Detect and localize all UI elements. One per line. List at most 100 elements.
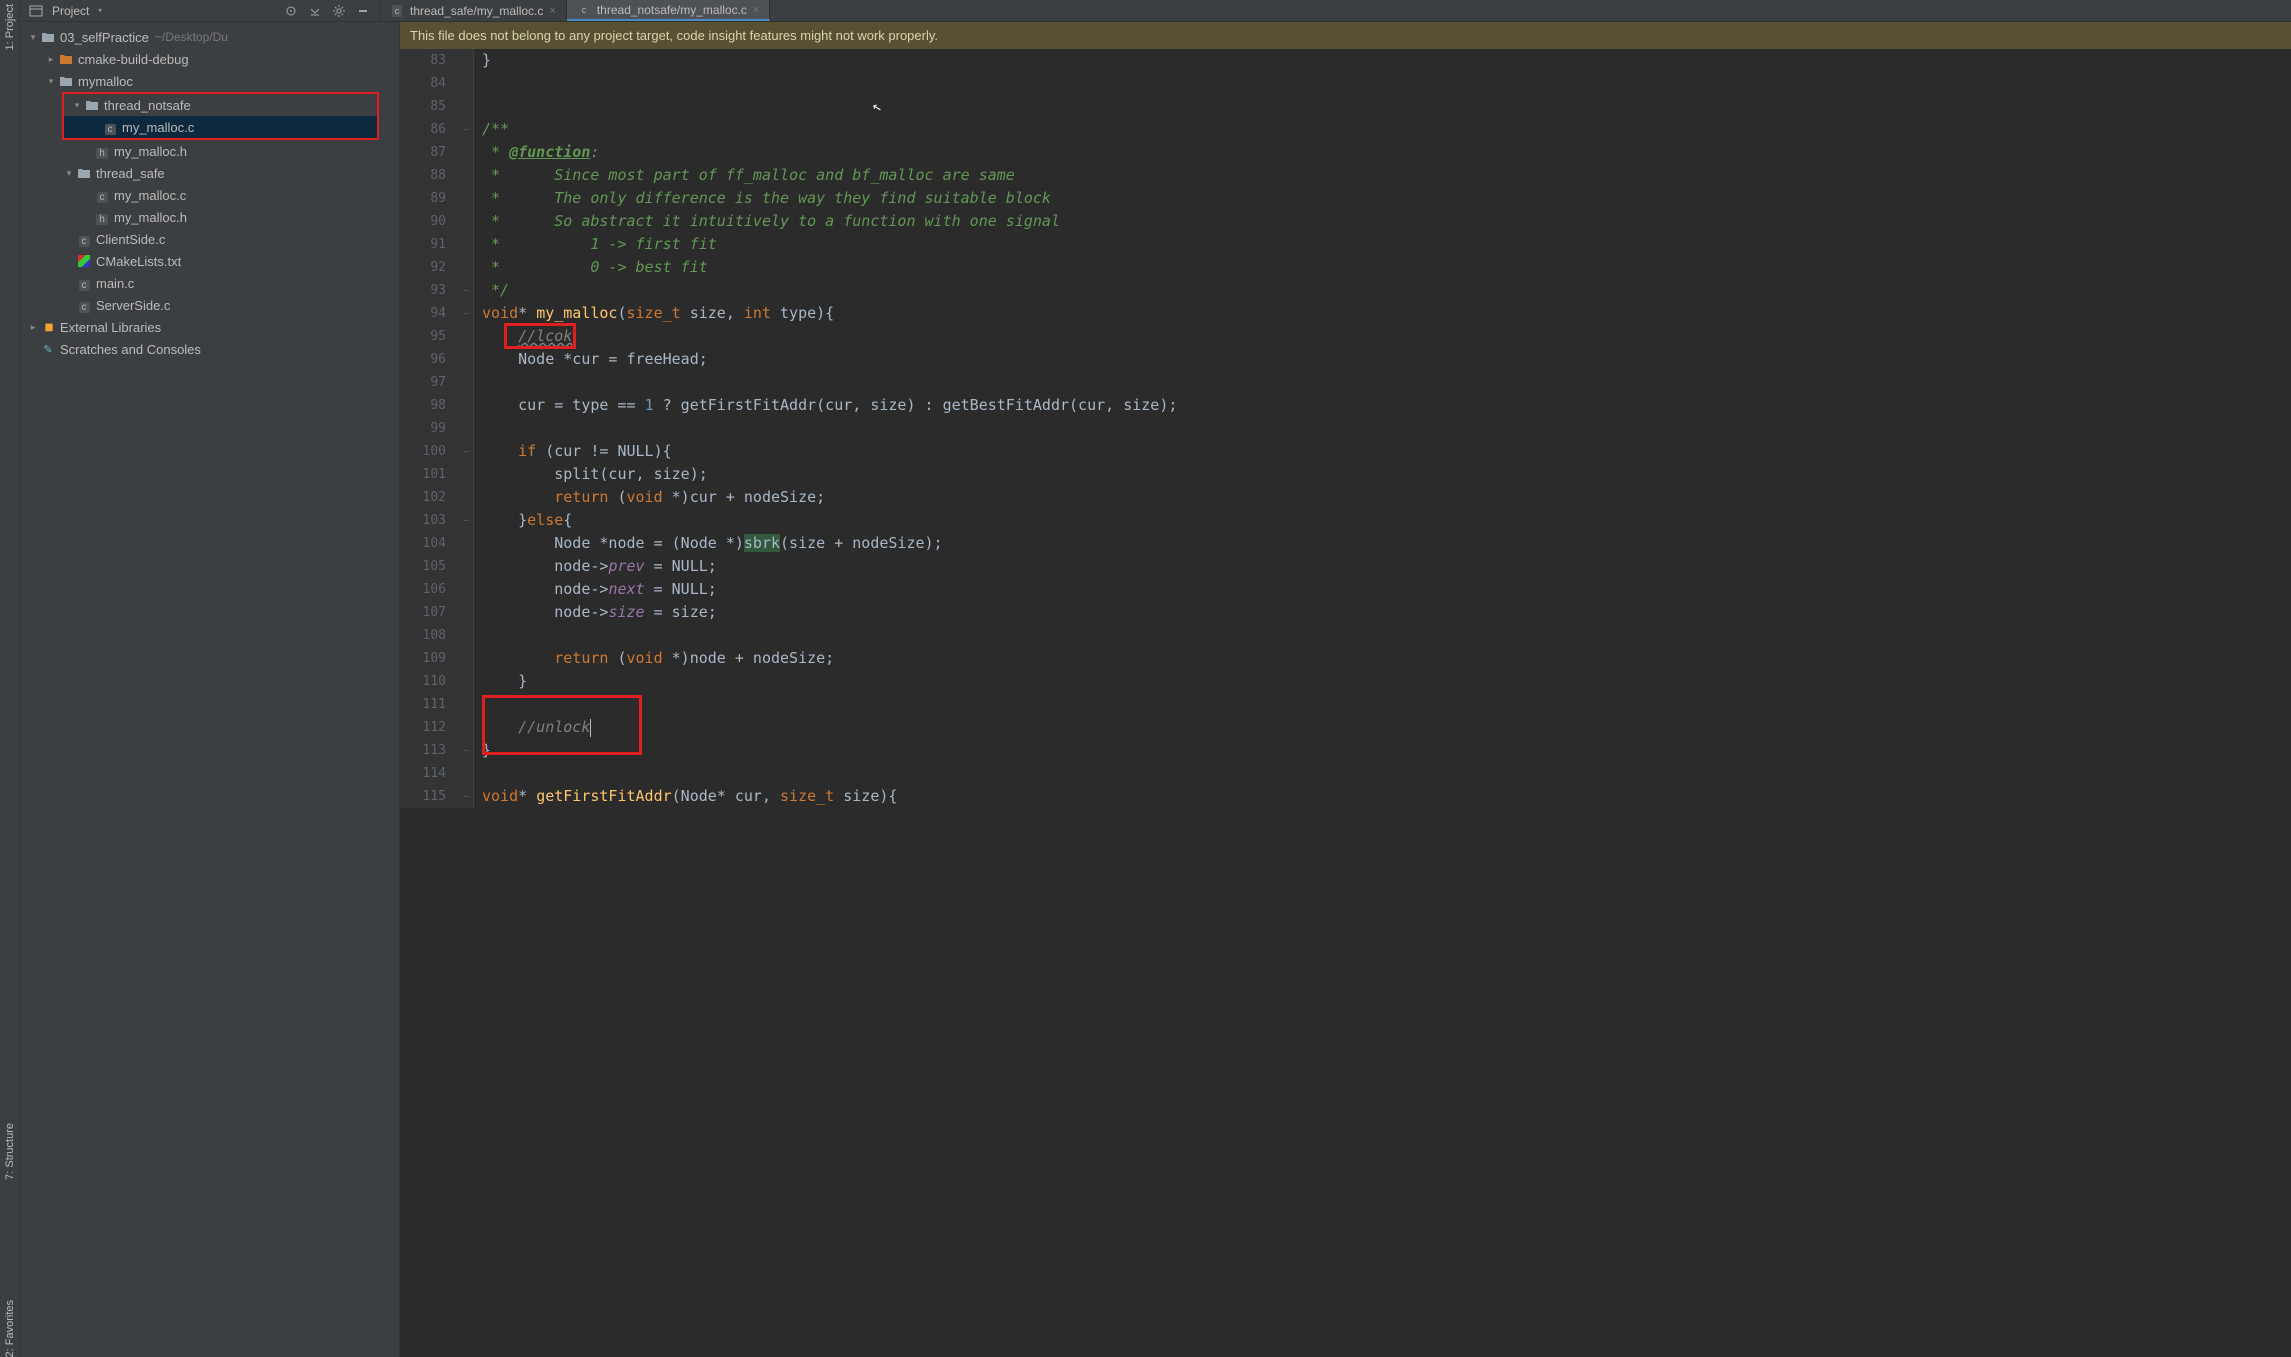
tree-item[interactable]: my_malloc.h bbox=[20, 140, 399, 162]
fold-marker[interactable] bbox=[460, 371, 473, 394]
fold-marker[interactable] bbox=[460, 670, 473, 693]
fold-marker[interactable] bbox=[460, 624, 473, 647]
chevron-down-icon[interactable] bbox=[70, 100, 84, 111]
chevron-right-icon[interactable] bbox=[44, 54, 58, 65]
code-line[interactable]: //unlock bbox=[482, 716, 1177, 739]
editor-tab[interactable]: cthread_notsafe/my_malloc.c× bbox=[567, 0, 771, 21]
editor-tab[interactable]: cthread_safe/my_malloc.c× bbox=[380, 0, 567, 21]
tree-item[interactable]: CMakeLists.txt bbox=[20, 250, 399, 272]
code-line[interactable]: Node *cur = freeHead; bbox=[482, 348, 1177, 371]
fold-marker[interactable] bbox=[460, 325, 473, 348]
fold-marker[interactable] bbox=[460, 647, 473, 670]
fold-marker[interactable] bbox=[460, 49, 473, 72]
fold-marker[interactable] bbox=[460, 233, 473, 256]
code-line[interactable]: } bbox=[482, 49, 1177, 72]
tree-item[interactable]: thread_safe bbox=[20, 162, 399, 184]
chevron-down-icon[interactable] bbox=[62, 168, 76, 179]
tree-item[interactable]: ServerSide.c bbox=[20, 294, 399, 316]
locate-icon[interactable] bbox=[283, 3, 299, 19]
code-line[interactable]: void* my_malloc(size_t size, int type){ bbox=[482, 302, 1177, 325]
fold-marker[interactable]: – bbox=[460, 785, 473, 808]
rail-tab-favorites[interactable]: 2: Favorites bbox=[4, 1300, 16, 1357]
gear-icon[interactable] bbox=[331, 3, 347, 19]
project-sidebar[interactable]: 03_selfPractice~/Desktop/Ducmake-build-d… bbox=[20, 22, 400, 1357]
fold-marker[interactable]: – bbox=[460, 279, 473, 302]
fold-marker[interactable]: – bbox=[460, 118, 473, 141]
code-line[interactable]: } bbox=[482, 739, 1177, 762]
tree-item[interactable]: thread_notsafe bbox=[64, 94, 377, 116]
project-header[interactable]: Project ▾ bbox=[20, 0, 380, 21]
fold-marker[interactable] bbox=[460, 716, 473, 739]
code-line[interactable]: /** bbox=[482, 118, 1177, 141]
fold-marker[interactable] bbox=[460, 256, 473, 279]
code-line[interactable]: * @function: bbox=[482, 141, 1177, 164]
external-libraries[interactable]: External Libraries bbox=[20, 316, 399, 338]
code-line[interactable]: }else{ bbox=[482, 509, 1177, 532]
fold-marker[interactable] bbox=[460, 187, 473, 210]
fold-marker[interactable]: – bbox=[460, 440, 473, 463]
code-line[interactable]: node->size = size; bbox=[482, 601, 1177, 624]
code-line[interactable]: //lcok bbox=[482, 325, 1177, 348]
tree-item[interactable]: my_malloc.c bbox=[20, 184, 399, 206]
code-line[interactable] bbox=[482, 371, 1177, 394]
fold-marker[interactable] bbox=[460, 486, 473, 509]
tree-item[interactable]: cmake-build-debug bbox=[20, 48, 399, 70]
fold-marker[interactable] bbox=[460, 601, 473, 624]
fold-marker[interactable] bbox=[460, 532, 473, 555]
fold-marker[interactable] bbox=[460, 417, 473, 440]
code-line[interactable]: return (void *)cur + nodeSize; bbox=[482, 486, 1177, 509]
code-line[interactable]: void* getFirstFitAddr(Node* cur, size_t … bbox=[482, 785, 1177, 808]
code-line[interactable]: split(cur, size); bbox=[482, 463, 1177, 486]
fold-marker[interactable] bbox=[460, 555, 473, 578]
tree-item[interactable]: ClientSide.c bbox=[20, 228, 399, 250]
code-lines[interactable]: } /** * @function: * Since most part of f… bbox=[474, 49, 1177, 808]
fold-marker[interactable]: – bbox=[460, 509, 473, 532]
fold-marker[interactable] bbox=[460, 394, 473, 417]
fold-marker[interactable] bbox=[460, 348, 473, 371]
close-icon[interactable]: × bbox=[753, 4, 759, 16]
hide-icon[interactable] bbox=[355, 3, 371, 19]
chevron-down-icon[interactable] bbox=[44, 76, 58, 87]
scratches[interactable]: Scratches and Consoles bbox=[20, 338, 399, 360]
close-icon[interactable]: × bbox=[549, 5, 555, 17]
tree-item[interactable]: mymalloc bbox=[20, 70, 399, 92]
fold-marker[interactable] bbox=[460, 578, 473, 601]
code-line[interactable]: * So abstract it intuitively to a functi… bbox=[482, 210, 1177, 233]
fold-marker[interactable]: – bbox=[460, 302, 473, 325]
code-line[interactable]: */ bbox=[482, 279, 1177, 302]
tree-item[interactable]: my_malloc.h bbox=[20, 206, 399, 228]
rail-tab-project[interactable]: 1: Project bbox=[4, 4, 16, 50]
fold-marker[interactable]: – bbox=[460, 739, 473, 762]
code-line[interactable]: * Since most part of ff_malloc and bf_ma… bbox=[482, 164, 1177, 187]
fold-marker[interactable] bbox=[460, 693, 473, 716]
code-line[interactable]: node->prev = NULL; bbox=[482, 555, 1177, 578]
code-line[interactable] bbox=[482, 417, 1177, 440]
code-line[interactable]: * 1 -> first fit bbox=[482, 233, 1177, 256]
tree-root[interactable]: 03_selfPractice~/Desktop/Du bbox=[20, 26, 399, 48]
fold-marker[interactable] bbox=[460, 210, 473, 233]
code-line[interactable]: } bbox=[482, 670, 1177, 693]
chevron-right-icon[interactable] bbox=[26, 322, 40, 333]
code-line[interactable] bbox=[482, 95, 1177, 118]
code-line[interactable] bbox=[482, 72, 1177, 95]
code-line[interactable]: cur = type == 1 ? getFirstFitAddr(cur, s… bbox=[482, 394, 1177, 417]
code-line[interactable]: return (void *)node + nodeSize; bbox=[482, 647, 1177, 670]
fold-marker[interactable] bbox=[460, 762, 473, 785]
fold-marker[interactable] bbox=[460, 72, 473, 95]
code-line[interactable]: if (cur != NULL){ bbox=[482, 440, 1177, 463]
fold-marker[interactable] bbox=[460, 141, 473, 164]
collapse-icon[interactable] bbox=[307, 3, 323, 19]
code-editor[interactable]: This file does not belong to any project… bbox=[400, 22, 2291, 1357]
tree-item[interactable]: main.c bbox=[20, 272, 399, 294]
code-line[interactable]: * The only difference is the way they fi… bbox=[482, 187, 1177, 210]
chevron-down-icon[interactable] bbox=[26, 32, 40, 43]
rail-tab-structure[interactable]: 7: Structure bbox=[4, 1123, 16, 1180]
code-line[interactable]: * 0 -> best fit bbox=[482, 256, 1177, 279]
fold-column[interactable]: ––––––– bbox=[460, 49, 474, 808]
fold-marker[interactable] bbox=[460, 463, 473, 486]
code-line[interactable] bbox=[482, 624, 1177, 647]
tree-item[interactable]: my_malloc.c bbox=[64, 116, 377, 138]
code-line[interactable] bbox=[482, 693, 1177, 716]
chevron-down-icon[interactable]: ▾ bbox=[97, 6, 102, 16]
fold-marker[interactable] bbox=[460, 95, 473, 118]
